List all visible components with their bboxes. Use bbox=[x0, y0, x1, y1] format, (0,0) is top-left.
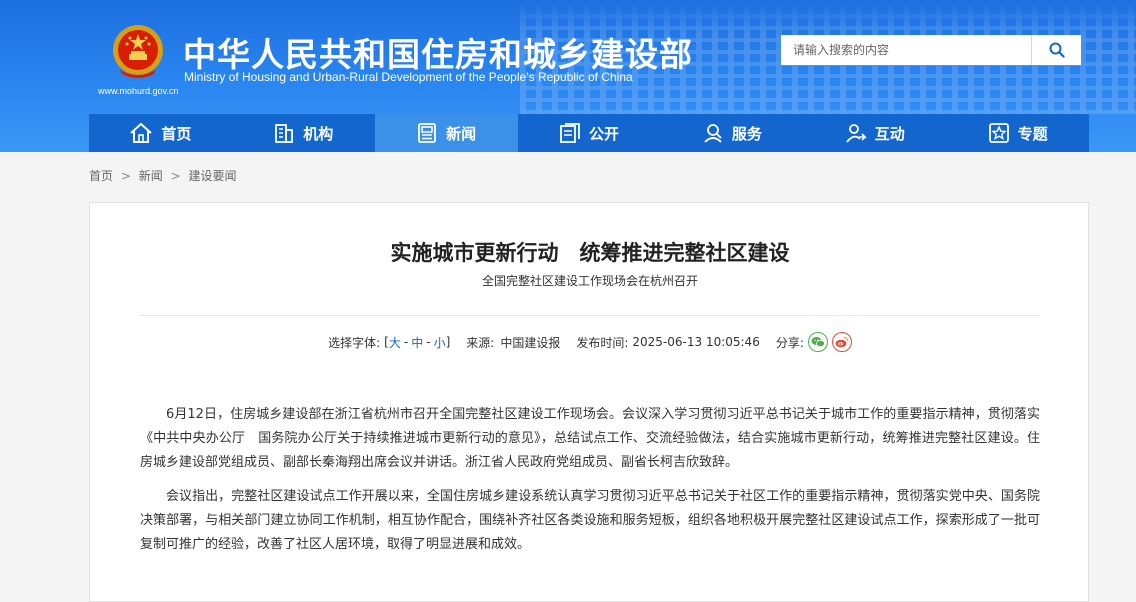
font-size-medium[interactable]: 中 bbox=[411, 334, 423, 351]
breadcrumb-separator: > bbox=[120, 169, 131, 183]
search-box bbox=[781, 35, 1081, 65]
time-value: 2025-06-13 10:05:46 bbox=[632, 335, 760, 349]
weibo-icon bbox=[835, 336, 849, 348]
site-url: www.mohurd.gov.cn bbox=[98, 86, 179, 96]
font-size-dash: - bbox=[403, 335, 409, 349]
nav-item-service[interactable]: 服务 bbox=[660, 114, 803, 152]
nav-label: 首页 bbox=[161, 124, 192, 143]
source-label: 来源: bbox=[466, 335, 495, 350]
source-value: 中国建设报 bbox=[500, 335, 561, 350]
breadcrumb: 首页 > 新闻 > 建设要闻 bbox=[89, 167, 236, 184]
news-icon bbox=[418, 123, 437, 143]
wechat-icon bbox=[811, 337, 825, 348]
search-icon bbox=[1049, 42, 1065, 58]
nav-item-public[interactable]: 公开 bbox=[518, 114, 661, 152]
star-icon bbox=[988, 123, 1009, 143]
article-paragraph: 会议指出，完整社区建设试点工作开展以来，全国住房城乡建设系统认真学习贯彻习近平总… bbox=[140, 489, 1040, 552]
nav-item-home[interactable]: 首页 bbox=[89, 114, 232, 152]
share-weibo-button[interactable] bbox=[831, 332, 852, 352]
breadcrumb-current[interactable]: 建设要闻 bbox=[188, 169, 236, 183]
nav-label: 服务 bbox=[731, 124, 762, 143]
font-size-dash: - bbox=[426, 335, 431, 349]
article-meta: 选择字体: [ 大 - 中 - 小 ] 来源: 中国建设报 发布时间: 2025… bbox=[90, 332, 1090, 352]
document-icon bbox=[560, 123, 580, 143]
site-header: www.mohurd.gov.cn 中华人民共和国住房和城乡建设部 Minist… bbox=[0, 0, 1136, 152]
share-label: 分享: bbox=[775, 335, 804, 350]
search-button[interactable] bbox=[1031, 35, 1081, 65]
font-size-label: 选择字体: bbox=[328, 335, 381, 350]
article-subtitle: 全国完整社区建设工作现场会在杭州召开 bbox=[481, 274, 698, 288]
share-wechat-button[interactable] bbox=[807, 332, 828, 352]
divider bbox=[140, 315, 1040, 316]
article-panel: 实施城市更新行动 统筹推进完整社区建设 全国完整社区建设工作现场会在杭州召开 选… bbox=[89, 202, 1089, 602]
home-icon bbox=[130, 122, 153, 143]
time-label: 发布时间: bbox=[576, 335, 629, 350]
site-title-cn[interactable]: 中华人民共和国住房和城乡建设部 bbox=[183, 28, 693, 76]
nav-label: 机构 bbox=[303, 124, 334, 143]
source-info: 来源: 中国建设报 bbox=[466, 334, 560, 351]
interaction-icon bbox=[846, 124, 867, 143]
nav-item-institution[interactable]: 机构 bbox=[232, 114, 375, 152]
article-paragraph: 6月12日，住房城乡建设部在浙江省杭州市召开全国完整社区建设工作现场会。会议深入… bbox=[140, 407, 1040, 470]
font-size-selector: 选择字体: [ 大 - 中 - 小 ] bbox=[328, 334, 450, 351]
service-icon bbox=[704, 124, 722, 143]
article-title: 实施城市更新行动 统筹推进完整社区建设 bbox=[390, 241, 790, 265]
publish-time: 发布时间: 2025-06-13 10:05:46 bbox=[576, 334, 760, 351]
nav-label: 新闻 bbox=[446, 124, 477, 143]
share-group: 分享: bbox=[776, 332, 852, 352]
search-input[interactable] bbox=[781, 35, 1031, 65]
breadcrumb-separator: > bbox=[170, 169, 181, 183]
building-icon bbox=[275, 124, 294, 143]
breadcrumb-news[interactable]: 新闻 bbox=[139, 169, 163, 183]
nav-item-news[interactable]: 新闻 bbox=[374, 114, 518, 152]
nav-label: 互动 bbox=[874, 124, 905, 143]
national-emblem-icon bbox=[113, 25, 163, 78]
font-size-small[interactable]: 小 bbox=[434, 334, 446, 351]
article-body: 6月12日，住房城乡建设部在浙江省杭州市召开全国完整社区建设工作现场会。会议深入… bbox=[140, 403, 1040, 567]
font-size-large[interactable]: 大 bbox=[389, 334, 401, 351]
breadcrumb-home[interactable]: 首页 bbox=[89, 169, 113, 183]
nav-item-interaction[interactable]: 互动 bbox=[803, 114, 946, 152]
font-size-bracket: ] bbox=[445, 335, 451, 349]
site-title-en: Ministry of Housing and Urban-Rural Deve… bbox=[184, 70, 633, 84]
main-nav: 首页 机构 新闻 公开 服务 互动 专题 bbox=[89, 114, 1089, 152]
nav-label: 专题 bbox=[1017, 124, 1048, 143]
nav-item-topics[interactable]: 专题 bbox=[946, 114, 1089, 152]
nav-label: 公开 bbox=[589, 124, 620, 143]
